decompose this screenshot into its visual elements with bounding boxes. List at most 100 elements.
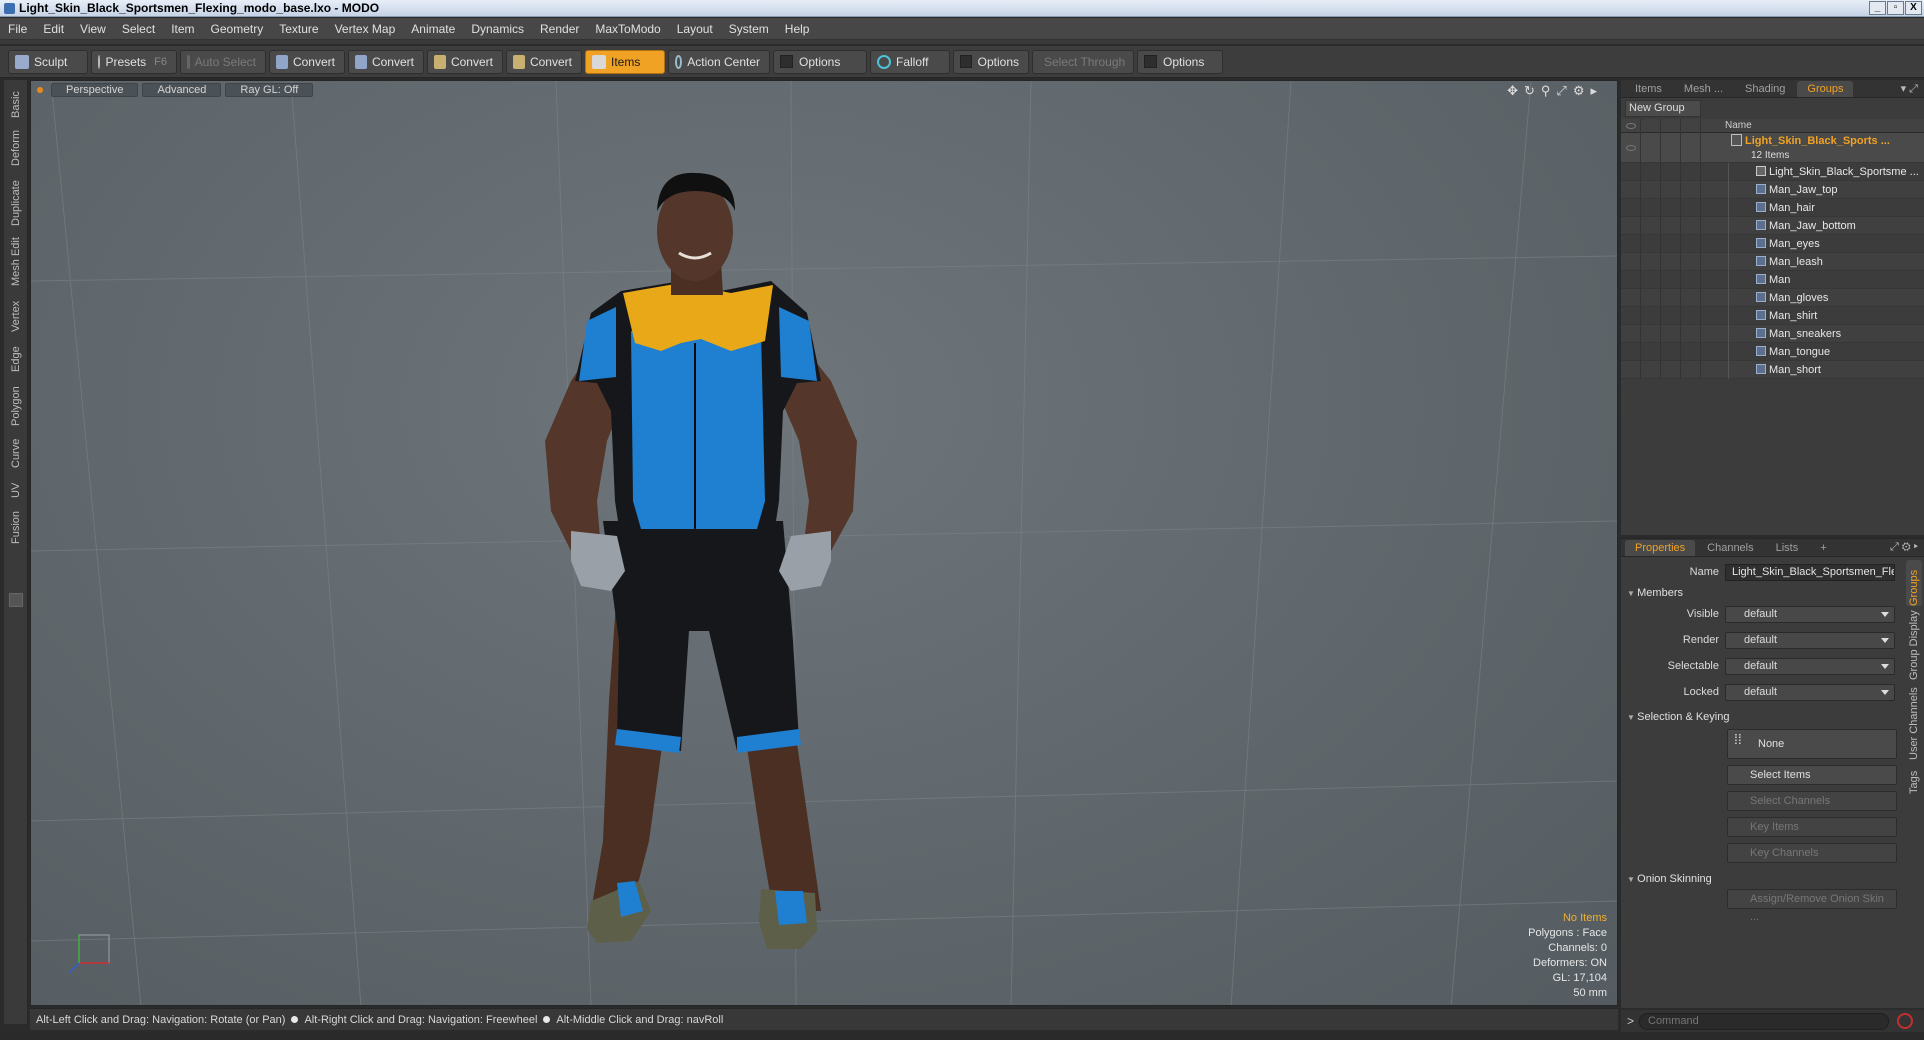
menu-file[interactable]: File	[0, 22, 35, 36]
tab-channels[interactable]: Channels	[1697, 540, 1763, 556]
options-checkbox[interactable]	[1144, 55, 1157, 68]
command-input[interactable]	[1639, 1012, 1889, 1030]
tab-basic[interactable]: Basic	[4, 84, 28, 118]
menu-layout[interactable]: Layout	[669, 22, 721, 36]
tab-groups[interactable]: Groups	[1797, 80, 1854, 97]
menu-render[interactable]: Render	[532, 22, 587, 36]
list-item[interactable]: Light_Skin_Black_Sportsme ...	[1621, 162, 1924, 181]
lock-column-icon[interactable]	[1661, 118, 1681, 133]
tab-properties[interactable]: Properties	[1625, 539, 1696, 556]
side-tab-tags[interactable]: Tags	[1906, 764, 1922, 794]
tab-uv[interactable]: UV	[4, 474, 28, 498]
action-center-button[interactable]: Action Center	[668, 49, 770, 74]
side-tab-group-display[interactable]: Group Display	[1906, 610, 1922, 680]
selectable-dropdown[interactable]: default	[1725, 657, 1895, 675]
select-column-icon[interactable]	[1681, 118, 1701, 133]
options-button-2[interactable]: Options	[953, 49, 1029, 74]
select-items-button[interactable]: Select Items	[1727, 765, 1897, 785]
menu-animate[interactable]: Animate	[403, 22, 463, 36]
render-column-icon[interactable]	[1641, 118, 1661, 133]
options-checkbox[interactable]	[960, 55, 972, 68]
render-dropdown[interactable]: default	[1725, 631, 1895, 649]
minimize-button[interactable]: _	[1869, 1, 1886, 15]
convert-button-2[interactable]: Convert	[348, 49, 424, 74]
menu-view[interactable]: View	[72, 22, 114, 36]
list-item[interactable]: Man_Jaw_bottom	[1621, 216, 1924, 235]
keying-none-button[interactable]: ⁞⁞ None	[1727, 729, 1897, 759]
convert-button-4[interactable]: Convert	[506, 49, 582, 74]
3d-viewport[interactable]: Perspective Advanced Ray GL: Off ✥ ↻ ⚲ ⤢…	[30, 80, 1618, 1006]
record-macro-icon[interactable]	[1897, 1013, 1913, 1029]
select-channels-button[interactable]: Select Channels	[1727, 791, 1897, 811]
auto-select-button[interactable]: Auto Select	[180, 49, 266, 74]
list-item[interactable]: Man_eyes	[1621, 234, 1924, 253]
presets-button[interactable]: Presets F6	[91, 49, 177, 74]
locked-dropdown[interactable]: default	[1725, 683, 1895, 701]
visibility-column-icon[interactable]	[1621, 118, 1641, 133]
select-toggle[interactable]	[1681, 132, 1701, 163]
list-item[interactable]: Man_shirt	[1621, 306, 1924, 325]
list-item[interactable]: Man_sneakers	[1621, 324, 1924, 343]
tab-mesh[interactable]: Mesh ...	[1674, 81, 1733, 97]
list-item[interactable]: Man_short	[1621, 360, 1924, 379]
tab-items[interactable]: Items	[1625, 81, 1672, 97]
list-item[interactable]: Man_Jaw_top	[1621, 180, 1924, 199]
convert-button-1[interactable]: Convert	[269, 49, 345, 74]
visible-dropdown[interactable]: default	[1725, 605, 1895, 623]
side-tab-user-channels[interactable]: User Channels	[1906, 684, 1922, 760]
tab-deform[interactable]: Deform	[4, 122, 28, 166]
options-checkbox[interactable]	[780, 55, 793, 68]
list-item[interactable]: Man_tongue	[1621, 342, 1924, 361]
options-button-1[interactable]: Options	[773, 49, 867, 74]
items-mode-button[interactable]: Items	[585, 49, 665, 74]
key-channels-button[interactable]: Key Channels	[1727, 843, 1897, 863]
list-item[interactable]: Man_hair	[1621, 198, 1924, 217]
list-item[interactable]: Man_leash	[1621, 252, 1924, 271]
tab-collapse-handle[interactable]	[9, 593, 23, 607]
tab-mesh-edit[interactable]: Mesh Edit	[4, 232, 28, 286]
menu-texture[interactable]: Texture	[271, 22, 326, 36]
name-field[interactable]: Light_Skin_Black_Sportsmen_Fle	[1725, 563, 1895, 581]
new-group-button[interactable]: New Group	[1625, 100, 1701, 117]
list-item[interactable]: Man	[1621, 270, 1924, 289]
list-item[interactable]: Man_gloves	[1621, 288, 1924, 307]
name-column-header[interactable]: Name	[1725, 120, 1752, 131]
menu-edit[interactable]: Edit	[35, 22, 72, 36]
menu-geometry[interactable]: Geometry	[203, 22, 272, 36]
panel-options-icon[interactable]: ⤢ ⚙ ▸	[1890, 541, 1918, 554]
visibility-toggle[interactable]	[1621, 132, 1641, 163]
assign-onion-skin-button[interactable]: Assign/Remove Onion Skin ...	[1727, 889, 1897, 923]
convert-button-3[interactable]: Convert	[427, 49, 503, 74]
group-row[interactable]: Light_Skin_Black_Sports ... 12 Items	[1621, 132, 1924, 163]
tab-fusion[interactable]: Fusion	[4, 504, 28, 544]
menu-help[interactable]: Help	[777, 22, 818, 36]
members-section[interactable]: Members	[1627, 587, 1683, 599]
menu-vertex-map[interactable]: Vertex Map	[327, 22, 404, 36]
selection-keying-section[interactable]: Selection & Keying	[1627, 711, 1729, 723]
tab-edge[interactable]: Edge	[4, 338, 28, 372]
tab-duplicate[interactable]: Duplicate	[4, 172, 28, 226]
render-toggle[interactable]	[1641, 132, 1661, 163]
tab-polygon[interactable]: Polygon	[4, 378, 28, 426]
key-items-button[interactable]: Key Items	[1727, 817, 1897, 837]
menu-dynamics[interactable]: Dynamics	[463, 22, 532, 36]
side-tab-groups[interactable]: Groups	[1906, 560, 1922, 606]
tab-shading[interactable]: Shading	[1735, 81, 1795, 97]
falloff-button[interactable]: Falloff	[870, 49, 950, 74]
select-through-button[interactable]: Select Through	[1032, 49, 1134, 74]
menu-select[interactable]: Select	[114, 22, 163, 36]
sculpt-button[interactable]: Sculpt	[8, 49, 88, 74]
lock-toggle[interactable]	[1661, 132, 1681, 163]
options-button-3[interactable]: Options	[1137, 49, 1223, 74]
menu-item[interactable]: Item	[163, 22, 202, 36]
panel-menu-icon[interactable]: ▾ ⤢	[1901, 82, 1918, 96]
tab-vertex[interactable]: Vertex	[4, 292, 28, 332]
tab-curve[interactable]: Curve	[4, 432, 28, 468]
onion-skinning-section[interactable]: Onion Skinning	[1627, 873, 1712, 885]
tab-lists[interactable]: Lists	[1766, 540, 1809, 556]
layout-splitter[interactable]	[0, 40, 1924, 45]
close-button[interactable]: X	[1905, 1, 1922, 15]
add-tab-button[interactable]: +	[1810, 540, 1836, 556]
maximize-button[interactable]: ▫	[1887, 1, 1904, 15]
menu-system[interactable]: System	[721, 22, 777, 36]
